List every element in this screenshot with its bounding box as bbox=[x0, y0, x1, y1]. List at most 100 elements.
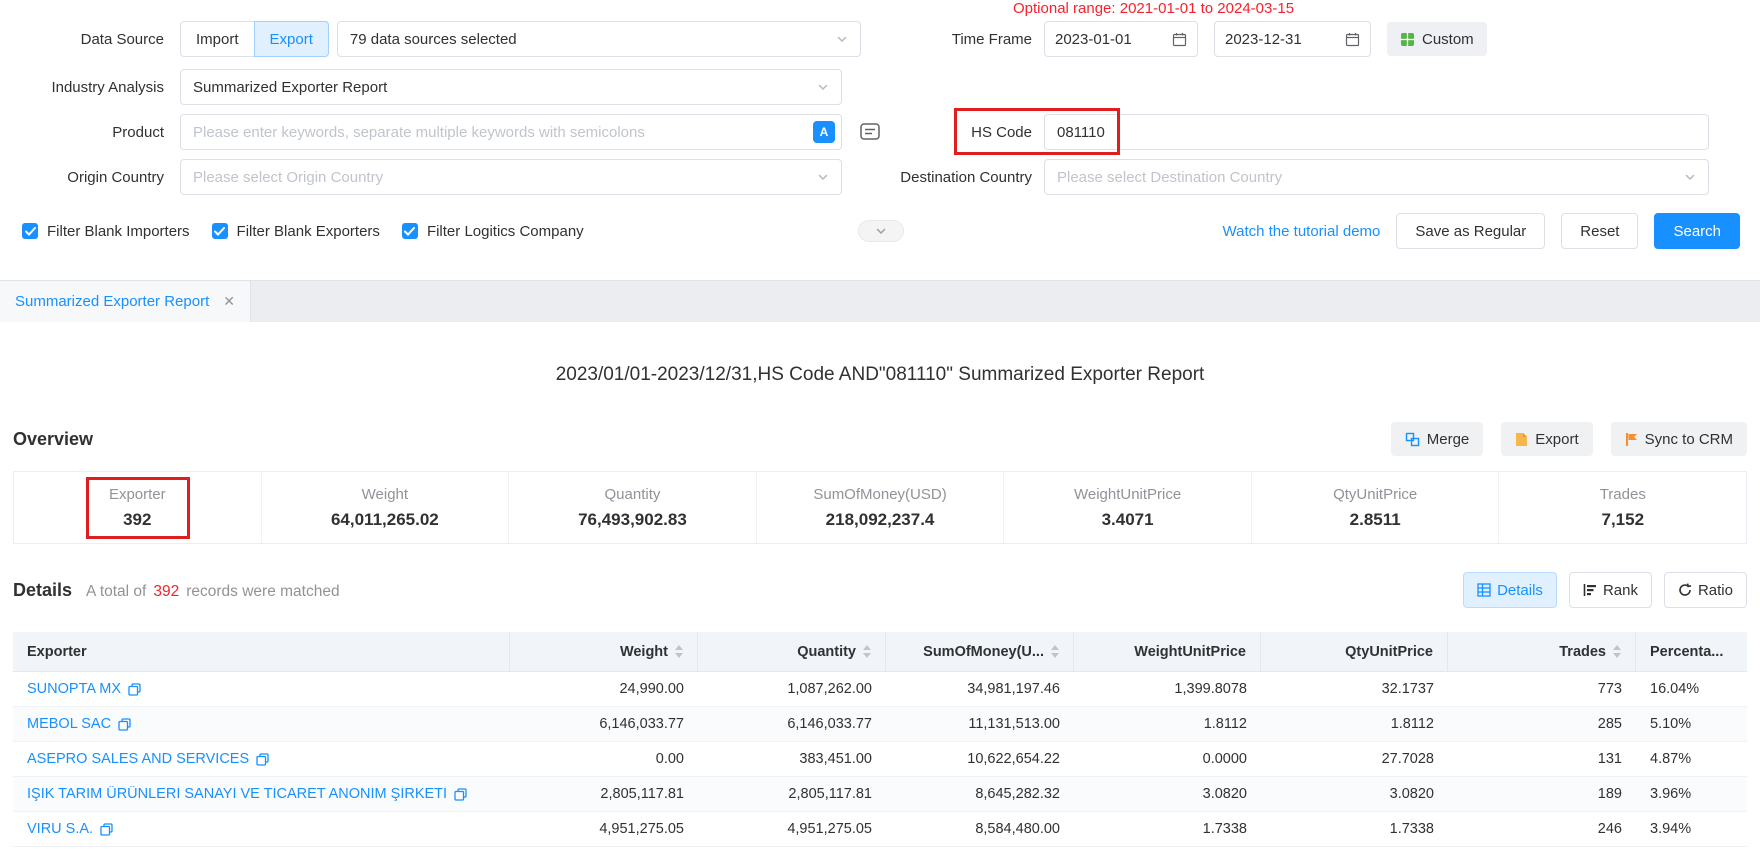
sort-icon[interactable] bbox=[1051, 645, 1059, 658]
column-header-weight[interactable]: Weight bbox=[510, 632, 698, 671]
merge-button[interactable]: Merge bbox=[1391, 422, 1484, 456]
copy-icon[interactable] bbox=[100, 823, 113, 836]
data-source-select[interactable]: 79 data sources selected bbox=[337, 21, 861, 57]
calendar-icon[interactable] bbox=[1172, 32, 1187, 47]
save-as-regular-button[interactable]: Save as Regular bbox=[1396, 213, 1545, 249]
export-button[interactable]: Export bbox=[1501, 422, 1592, 456]
product-keywords-input[interactable] bbox=[180, 114, 842, 150]
column-header-percentage[interactable]: Percenta... bbox=[1636, 632, 1747, 671]
sort-icon[interactable] bbox=[675, 645, 683, 658]
exporter-link[interactable]: ASEPRO SALES AND SERVICES bbox=[27, 751, 249, 767]
table-row[interactable]: IŞIK TARIM ÜRÜNLERİ SANAYİ VE TİCARET AN… bbox=[13, 777, 1747, 812]
percentage-cell: 16.04% bbox=[1636, 681, 1747, 697]
checkbox-label: Filter Blank Exporters bbox=[237, 223, 380, 240]
tutorial-demo-link[interactable]: Watch the tutorial demo bbox=[1223, 223, 1381, 240]
column-header-sum-of-money[interactable]: SumOfMoney(U... bbox=[886, 632, 1074, 671]
details-view-button[interactable]: Details bbox=[1463, 572, 1557, 608]
weight-cell: 24,990.00 bbox=[510, 681, 698, 697]
weight-cell: 0.00 bbox=[510, 751, 698, 767]
close-icon[interactable]: ✕ bbox=[223, 293, 235, 310]
table-row[interactable]: MEBOL SAC 6,146,033.77 6,146,033.77 11,1… bbox=[13, 707, 1747, 742]
ratio-refresh-icon bbox=[1678, 583, 1698, 597]
exporter-link[interactable]: VIRU S.A. bbox=[27, 821, 93, 837]
weight-cell: 2,805,117.81 bbox=[510, 786, 698, 802]
tab-summarized-exporter-report[interactable]: Summarized Exporter Report ✕ bbox=[0, 281, 251, 322]
checkbox-filter-logitics-company[interactable]: Filter Logitics Company bbox=[402, 223, 584, 240]
industry-analysis-select[interactable]: Summarized Exporter Report bbox=[180, 69, 842, 105]
exporter-link[interactable]: IŞIK TARIM ÜRÜNLERİ SANAYİ VE TİCARET AN… bbox=[27, 786, 447, 802]
import-toggle-button[interactable]: Import bbox=[180, 21, 254, 57]
custom-range-button[interactable]: Custom bbox=[1387, 22, 1487, 56]
reset-button[interactable]: Reset bbox=[1561, 213, 1638, 249]
copy-icon[interactable] bbox=[256, 753, 269, 766]
stat-exporter: Exporter 392 bbox=[14, 472, 262, 543]
overview-header-row: Overview Merge Export Sync to CRM bbox=[0, 422, 1760, 456]
weight-unit-price-cell: 3.0820 bbox=[1074, 786, 1261, 802]
ratio-view-button[interactable]: Ratio bbox=[1664, 572, 1747, 608]
table-row[interactable]: SUNOPTA MX 24,990.00 1,087,262.00 34,981… bbox=[13, 672, 1747, 707]
column-header-weight-unit-price[interactable]: WeightUnitPrice bbox=[1074, 632, 1261, 671]
weight-cell: 4,951,275.05 bbox=[510, 821, 698, 837]
export-label: Export bbox=[1535, 431, 1578, 448]
sum-of-money-cell: 34,981,197.46 bbox=[886, 681, 1074, 697]
weight-unit-price-cell: 1,399.8078 bbox=[1074, 681, 1261, 697]
overview-heading: Overview bbox=[13, 429, 93, 450]
checkbox-filter-blank-importers[interactable]: Filter Blank Importers bbox=[22, 223, 190, 240]
checked-checkbox-icon[interactable] bbox=[22, 223, 38, 239]
end-date-value[interactable] bbox=[1225, 31, 1329, 48]
column-header-exporter[interactable]: Exporter bbox=[13, 632, 510, 671]
hs-code-input[interactable] bbox=[1044, 114, 1709, 150]
product-input-wrap: A bbox=[180, 114, 842, 150]
destination-country-select[interactable]: Please select Destination Country bbox=[1044, 159, 1709, 195]
end-date-input[interactable] bbox=[1214, 21, 1371, 57]
data-source-label: Data Source bbox=[0, 31, 164, 48]
chevron-down-icon bbox=[817, 171, 829, 183]
table-row[interactable]: ASEPRO SALES AND SERVICES 0.00 383,451.0… bbox=[13, 742, 1747, 777]
rank-bars-icon bbox=[1583, 583, 1603, 597]
exporter-link[interactable]: MEBOL SAC bbox=[27, 716, 111, 732]
copy-icon[interactable] bbox=[128, 683, 141, 696]
table-body: SUNOPTA MX 24,990.00 1,087,262.00 34,981… bbox=[13, 672, 1747, 847]
qty-unit-price-cell: 32.1737 bbox=[1261, 681, 1448, 697]
filter-actions: Watch the tutorial demo Save as Regular … bbox=[1223, 213, 1740, 249]
sort-icon[interactable] bbox=[1613, 645, 1621, 658]
origin-country-select[interactable]: Please select Origin Country bbox=[180, 159, 842, 195]
sum-of-money-cell: 8,584,480.00 bbox=[886, 821, 1074, 837]
filter-row-industry: Industry Analysis Summarized Exporter Re… bbox=[0, 69, 1760, 105]
checkbox-filter-blank-exporters[interactable]: Filter Blank Exporters bbox=[212, 223, 380, 240]
stat-weight-unit-price: WeightUnitPrice 3.4071 bbox=[1004, 472, 1252, 543]
sort-icon[interactable] bbox=[863, 645, 871, 658]
chevron-down-icon bbox=[875, 225, 887, 237]
copy-icon[interactable] bbox=[454, 788, 467, 801]
column-header-trades[interactable]: Trades bbox=[1448, 632, 1636, 671]
quantity-cell: 1,087,262.00 bbox=[698, 681, 886, 697]
collapse-filters-button[interactable] bbox=[858, 220, 904, 242]
translate-icon[interactable]: A bbox=[813, 121, 835, 143]
calendar-icon[interactable] bbox=[1345, 32, 1360, 47]
table-row[interactable]: VIRU S.A. 4,951,275.05 4,951,275.05 8,58… bbox=[13, 812, 1747, 847]
weight-cell: 6,146,033.77 bbox=[510, 716, 698, 732]
rank-view-button[interactable]: Rank bbox=[1569, 572, 1652, 608]
start-date-value[interactable] bbox=[1055, 31, 1159, 48]
column-header-qty-unit-price[interactable]: QtyUnitPrice bbox=[1261, 632, 1448, 671]
details-header-row: Details A total of392records were matche… bbox=[0, 572, 1760, 608]
overview-toolbar: Merge Export Sync to CRM bbox=[1373, 422, 1747, 456]
copy-icon[interactable] bbox=[118, 718, 131, 731]
exporter-link[interactable]: SUNOPTA MX bbox=[27, 681, 121, 697]
checked-checkbox-icon[interactable] bbox=[212, 223, 228, 239]
industry-analysis-label: Industry Analysis bbox=[0, 79, 164, 96]
view-switcher: Details Rank Ratio bbox=[1451, 572, 1747, 608]
trades-cell: 246 bbox=[1448, 821, 1636, 837]
percentage-cell: 3.94% bbox=[1636, 821, 1747, 837]
checkbox-label: Filter Blank Importers bbox=[47, 223, 190, 240]
export-toggle-button[interactable]: Export bbox=[254, 21, 329, 57]
percentage-cell: 5.10% bbox=[1636, 716, 1747, 732]
remark-icon[interactable] bbox=[858, 120, 882, 144]
start-date-input[interactable] bbox=[1044, 21, 1198, 57]
sync-to-crm-button[interactable]: Sync to CRM bbox=[1611, 422, 1747, 456]
search-button[interactable]: Search bbox=[1654, 213, 1740, 249]
details-total-text: A total of392records were matched bbox=[86, 583, 340, 601]
column-header-quantity[interactable]: Quantity bbox=[698, 632, 886, 671]
checked-checkbox-icon[interactable] bbox=[402, 223, 418, 239]
qty-unit-price-cell: 27.7028 bbox=[1261, 751, 1448, 767]
